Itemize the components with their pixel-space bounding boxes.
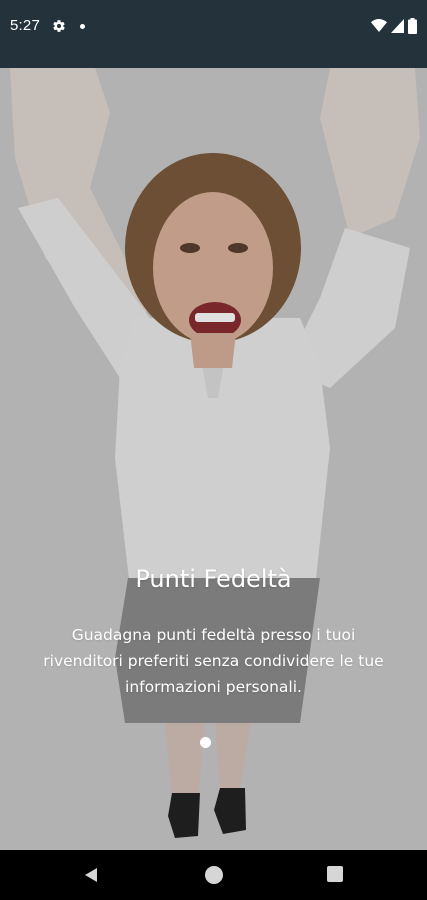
status-time: 5:27 [10,17,40,34]
back-icon[interactable] [82,866,100,884]
home-icon[interactable] [205,866,223,884]
page-indicator-dot[interactable] [200,737,211,748]
notification-dot-icon [80,24,85,29]
settings-icon [53,20,65,32]
photo-scrim [0,68,427,850]
recents-icon[interactable] [327,866,343,882]
status-icons [371,18,417,34]
battery-icon [408,18,417,34]
status-bar: 5:27 [0,0,427,68]
slide-title: Punti Fedeltà [135,565,292,593]
navigation-bar [0,850,427,900]
onboarding-slide[interactable]: Punti Fedeltà Guadagna punti fedeltà pre… [0,68,427,850]
wifi-icon [371,19,387,32]
slide-description: Guadagna punti fedeltà presso i tuoi riv… [43,626,384,696]
cellular-icon [391,19,404,33]
